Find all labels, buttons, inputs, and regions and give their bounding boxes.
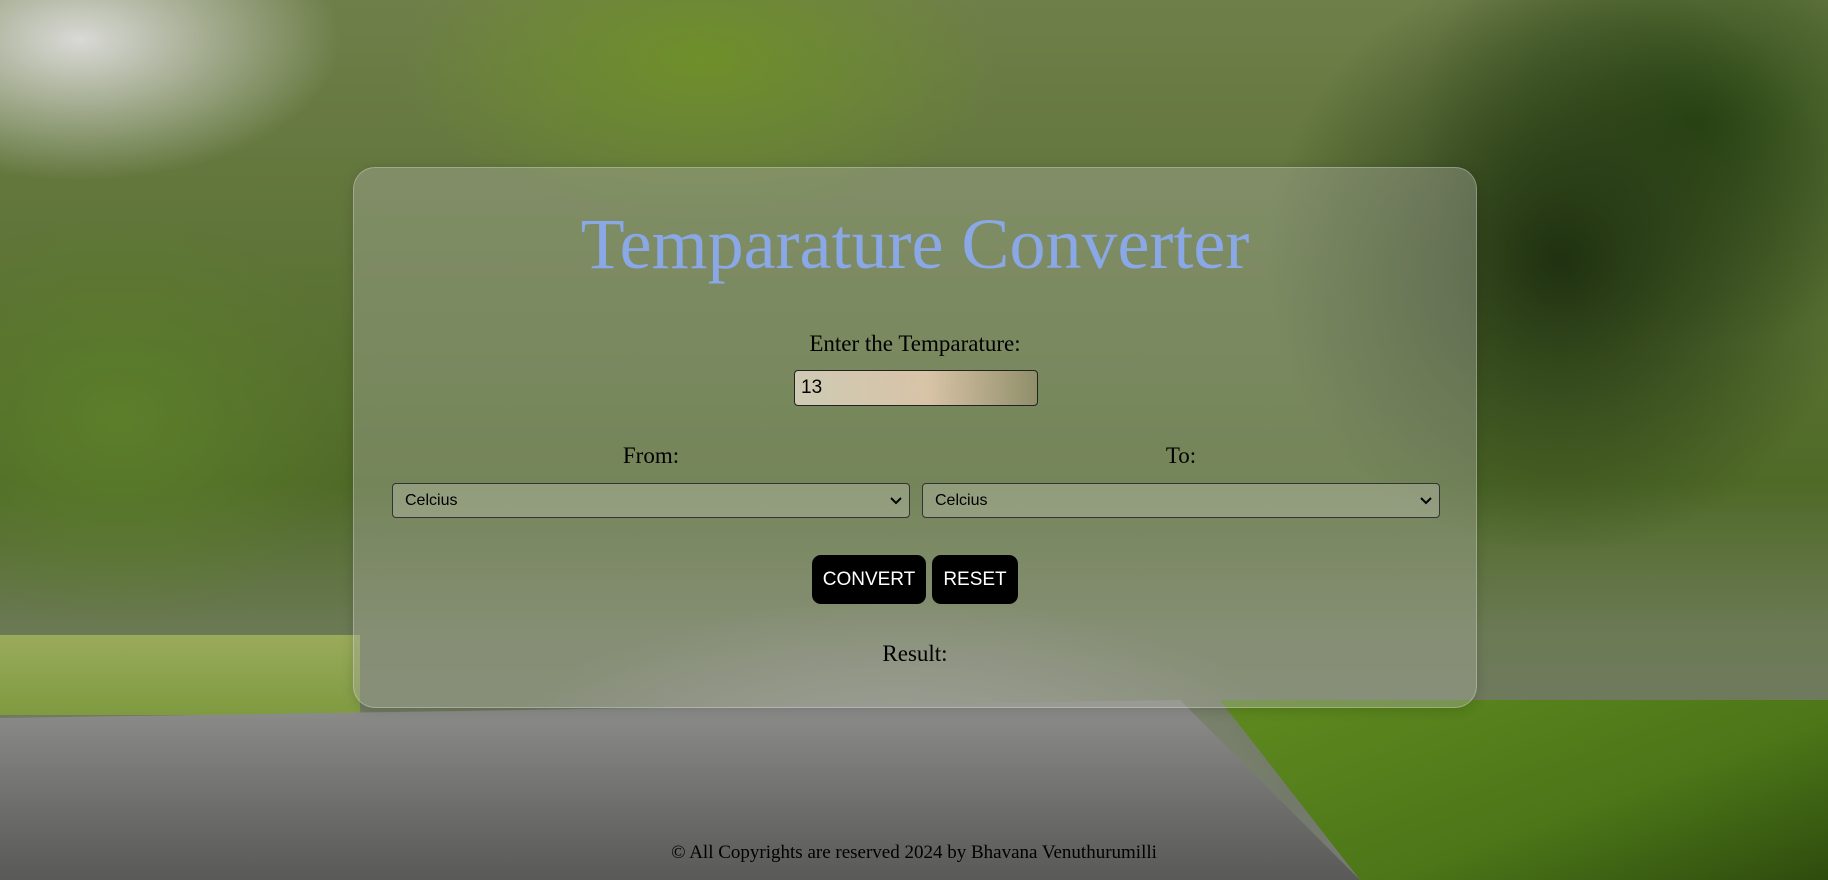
page-title: Temparature Converter <box>580 204 1250 284</box>
from-unit-selected-value: Celcius <box>405 492 458 509</box>
chevron-down-icon <box>889 484 903 517</box>
footer-copyright: © All Copyrights are reserved 2024 by Bh… <box>671 842 1157 863</box>
temperature-input[interactable] <box>794 370 1038 406</box>
to-unit-select[interactable]: Celcius <box>922 483 1440 518</box>
from-label: From: <box>622 443 680 468</box>
result-label: Result: <box>882 641 948 666</box>
from-unit-select[interactable]: Celcius <box>392 483 910 518</box>
chevron-down-icon <box>1419 484 1433 517</box>
to-unit-selected-value: Celcius <box>935 492 988 509</box>
reset-button[interactable]: RESET <box>932 555 1018 604</box>
convert-button[interactable]: CONVERT <box>812 555 926 604</box>
temperature-label: Enter the Temparature: <box>809 331 1021 356</box>
to-label: To: <box>1165 443 1197 468</box>
converter-card: Temparature Converter Enter the Temparat… <box>353 167 1477 708</box>
background-grass-left <box>0 635 360 715</box>
